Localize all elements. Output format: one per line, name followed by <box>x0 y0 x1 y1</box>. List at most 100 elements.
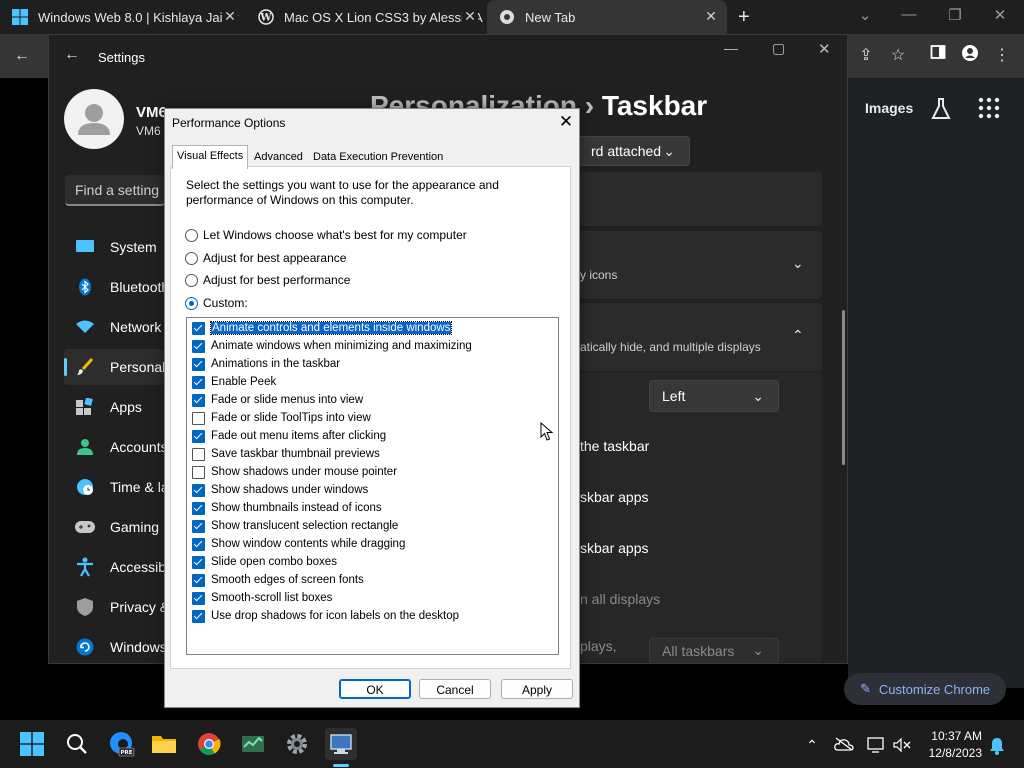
effect-item[interactable]: Fade or slide ToolTips into view <box>192 410 371 426</box>
maximize-icon[interactable]: ▢ <box>772 40 785 57</box>
browser-tab-windows-web[interactable]: Windows Web 8.0 | Kishlaya Jaisw ✕ <box>0 0 246 34</box>
close-icon[interactable]: ✕ <box>462 8 478 24</box>
settings-icon[interactable] <box>281 728 313 760</box>
chevron-up-icon[interactable]: ⌃ <box>802 737 822 754</box>
sidebar-item-personalization[interactable]: Personali <box>64 349 164 385</box>
effect-item[interactable]: Show shadows under mouse pointer <box>192 464 397 480</box>
effect-item[interactable]: Fade out menu items after clicking <box>192 428 386 444</box>
effect-item[interactable]: Show thumbnails instead of icons <box>192 500 382 516</box>
radio-let-windows-choose[interactable]: Let Windows choose what's best for my co… <box>185 227 467 243</box>
tab-visual-effects[interactable]: Visual Effects <box>172 145 249 169</box>
notification-bell-icon[interactable] <box>987 737 1007 758</box>
radio-button[interactable] <box>185 296 198 310</box>
sidebar-item-apps[interactable]: Apps <box>64 389 164 425</box>
performance-options-icon[interactable] <box>325 728 357 760</box>
effect-item[interactable]: Fade or slide menus into view <box>192 392 363 408</box>
radio-button[interactable] <box>185 228 198 242</box>
alignment-combo[interactable]: Left ⌄ <box>649 380 779 412</box>
network-monitor-icon[interactable] <box>866 737 886 756</box>
effect-item[interactable]: Animate windows when minimizing and maxi… <box>192 338 472 354</box>
sidebar-item-time-language[interactable]: Time & la <box>64 469 164 505</box>
effect-item[interactable]: Show window contents while dragging <box>192 536 405 552</box>
customize-chrome-button[interactable]: ✎ Customize Chrome <box>844 673 1006 705</box>
taskbar-display-combo[interactable]: All taskbars ⌄ <box>649 638 779 664</box>
clock-time[interactable]: 10:37 AM <box>928 729 982 743</box>
task-manager-icon[interactable] <box>237 728 269 760</box>
profile-icon[interactable] <box>958 44 982 68</box>
effect-item[interactable]: Smooth edges of screen fonts <box>192 572 364 588</box>
cancel-button[interactable]: Cancel <box>419 679 491 699</box>
checkbox[interactable] <box>192 465 205 479</box>
checkbox[interactable] <box>192 429 205 443</box>
scrollbar[interactable] <box>842 310 845 465</box>
checkbox[interactable] <box>192 555 205 569</box>
new-tab-button[interactable]: + <box>738 6 750 29</box>
checkbox[interactable] <box>192 609 205 623</box>
browser-tab-new-tab[interactable]: New Tab ✕ <box>487 0 727 34</box>
close-icon[interactable]: ✕ <box>222 8 238 24</box>
browser-tab-mac-lion[interactable]: W Mac OS X Lion CSS3 by Alessio A ✕ <box>246 0 486 34</box>
share-icon[interactable]: ⇪ <box>854 44 878 68</box>
radio-best-appearance[interactable]: Adjust for best appearance <box>185 250 346 266</box>
start-icon[interactable] <box>16 728 48 760</box>
search-icon[interactable] <box>61 728 93 760</box>
kebab-menu-icon[interactable]: ⋮ <box>990 44 1014 68</box>
checkbox[interactable] <box>192 483 205 497</box>
back-arrow-icon[interactable]: ← <box>10 44 34 68</box>
sidebar-item-system[interactable]: System <box>64 229 164 265</box>
sidebar-item-accessibility[interactable]: Accessibi <box>64 549 164 585</box>
effect-item[interactable]: Show shadows under windows <box>192 482 368 498</box>
checkbox[interactable] <box>192 537 205 551</box>
close-icon[interactable]: ✕ <box>703 8 719 24</box>
clock-date[interactable]: 12/8/2023 <box>928 746 982 760</box>
checkbox[interactable] <box>192 321 205 335</box>
bookmark-star-icon[interactable]: ☆ <box>886 44 910 68</box>
checkbox[interactable] <box>192 339 205 353</box>
effect-item[interactable]: Smooth-scroll list boxes <box>192 590 332 606</box>
back-arrow-icon[interactable]: ← <box>64 46 80 64</box>
checkbox[interactable] <box>192 447 205 461</box>
images-link[interactable]: Images <box>865 100 913 116</box>
checkbox[interactable] <box>192 501 205 515</box>
checkbox[interactable] <box>192 357 205 371</box>
close-icon[interactable]: ✕ <box>988 6 1012 24</box>
close-icon[interactable]: ✕ <box>818 40 831 58</box>
restore-icon[interactable]: ❐ <box>943 6 967 24</box>
ok-button[interactable]: OK <box>339 679 411 699</box>
cloud-offline-icon[interactable] <box>834 737 854 754</box>
effect-item[interactable]: Slide open combo boxes <box>192 554 337 570</box>
minimize-icon[interactable]: — <box>897 6 921 23</box>
checkbox[interactable] <box>192 573 205 587</box>
taskbar-icons-card[interactable]: y icons ⌄ <box>580 231 822 299</box>
effect-item[interactable]: Animate controls and elements inside win… <box>192 320 453 336</box>
labs-flask-icon[interactable] <box>930 97 954 121</box>
radio-custom[interactable]: Custom: <box>185 295 248 311</box>
find-setting-input[interactable]: Find a setting <box>65 175 165 206</box>
side-panel-icon[interactable] <box>926 44 950 68</box>
tab-advanced[interactable]: Advanced <box>250 147 307 167</box>
checkbox[interactable] <box>192 519 205 533</box>
google-apps-icon[interactable] <box>978 97 1002 121</box>
close-icon[interactable]: ✕ <box>556 112 576 132</box>
taskbar-behaviors-card[interactable]: atically hide, and multiple displays ⌃ <box>580 303 822 371</box>
sidebar-item-accounts[interactable]: Accounts <box>64 429 164 465</box>
sidebar-item-bluetooth[interactable]: Bluetooth <box>64 269 164 305</box>
edge-beta-icon[interactable]: PRE <box>106 728 138 760</box>
visual-effects-list[interactable]: Animate controls and elements inside win… <box>186 317 559 655</box>
checkbox[interactable] <box>192 411 205 425</box>
tab-data-execution-prevention[interactable]: Data Execution Prevention <box>309 147 447 167</box>
radio-button[interactable] <box>185 273 198 287</box>
effect-item[interactable]: Enable Peek <box>192 374 276 390</box>
minimize-icon[interactable]: — <box>724 40 738 56</box>
sidebar-item-network[interactable]: Network <box>64 309 164 345</box>
sidebar-item-privacy[interactable]: Privacy & <box>64 589 164 625</box>
checkbox[interactable] <box>192 393 205 407</box>
radio-best-performance[interactable]: Adjust for best performance <box>185 272 350 288</box>
effect-item[interactable]: Animations in the taskbar <box>192 356 340 372</box>
effect-item[interactable]: Use drop shadows for icon labels on the … <box>192 608 459 624</box>
checkbox[interactable] <box>192 375 205 389</box>
avatar[interactable] <box>64 89 124 149</box>
chevron-down-icon[interactable]: ⌄ <box>853 6 877 24</box>
volume-muted-icon[interactable] <box>892 737 912 756</box>
chrome-icon[interactable] <box>193 728 225 760</box>
